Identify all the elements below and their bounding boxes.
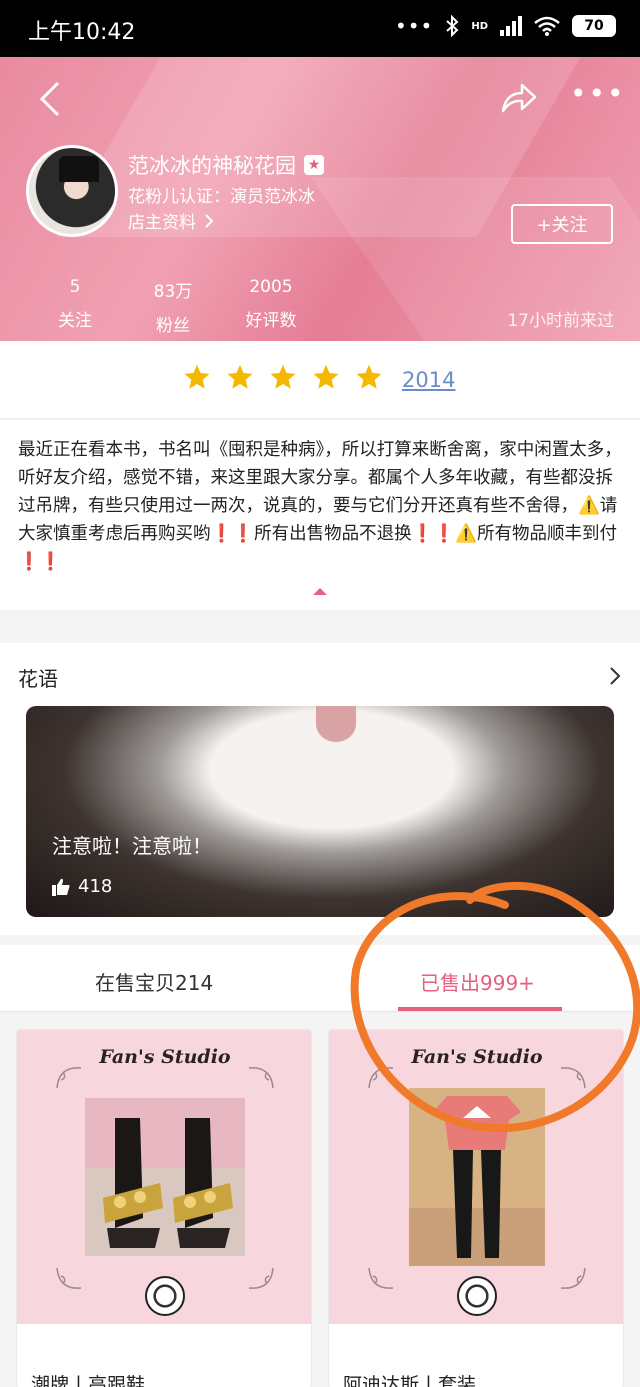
rating-star-icon [227,364,253,389]
share-icon[interactable] [500,81,538,115]
notification-dots-icon: ••• [394,14,434,38]
likes-count: 418 [78,876,113,897]
description-text: 最近正在看本书，书名叫《囤积是种病》，所以打算来断舍离，家中闲置太多，听好友介绍… [18,440,622,572]
owner-info-label: 店主资料 [128,213,196,233]
tab-sold[interactable]: 已售出999+ [420,967,535,996]
owner-info-link[interactable]: 店主资料 [128,208,214,233]
chevron-right-icon[interactable] [608,665,622,687]
rating-star-icon [356,364,382,389]
product-name: 阿迪达斯丨套装 [343,1374,477,1387]
signal-icon [500,16,522,36]
stat-value: 83万 [153,282,193,302]
stat-fans[interactable]: 83万 粉丝 [148,277,198,336]
ornament-icon [56,1067,82,1089]
follow-button[interactable]: +关注 [511,204,613,244]
status-time: 上午10:42 [28,20,136,45]
ornament-icon [560,1267,586,1289]
last-visit-text: 17小时前来过 [507,311,614,331]
shop-description: 最近正在看本书，书名叫《囤积是种病》，所以打算来断舍离，家中闲置太多，听好友介绍… [0,420,640,610]
back-icon[interactable] [36,79,66,119]
network-type-label: HD [471,20,488,32]
product-grid: Fan's Studio 潮牌丨高跟鞋 Fan's Studio 阿迪达斯丨套装 [0,1013,640,1387]
shop-name-text: 范冰冰的神秘花园 [128,154,296,178]
banner-image-detail [316,706,356,742]
ornament-icon [56,1267,82,1289]
rating-bar[interactable]: 2014 [0,341,640,419]
more-options-icon[interactable]: ••• [570,80,624,111]
stat-label: 粉丝 [156,316,190,336]
status-bar: 上午10:42 ••• HD 70 [0,0,640,57]
rating-stars [183,363,383,391]
studio-logo-icon [457,1276,497,1316]
active-tab-indicator [398,1007,562,1011]
studio-logo-icon [145,1276,185,1316]
shop-header: ••• 范冰冰的神秘花园 ★ 花粉儿认证：演员范冰冰 店主资料 +关注 5 关注… [0,57,640,341]
product-name: 潮牌丨高跟鞋 [31,1374,146,1387]
collapse-arrow-icon[interactable] [313,588,327,595]
stat-label: 好评数 [245,311,297,331]
ornament-icon [248,1267,274,1289]
tab-on-sale[interactable]: 在售宝贝214 [95,967,213,996]
rating-star-icon [313,364,339,389]
product-card[interactable]: Fan's Studio 潮牌丨高跟鞋 [16,1029,312,1387]
rating-star-icon [270,364,296,389]
stat-value: 2005 [249,277,293,297]
rating-star-icon [184,364,210,389]
ornament-icon [560,1067,586,1089]
post-likes[interactable]: 418 [52,876,112,897]
product-card[interactable]: Fan's Studio 阿迪达斯丨套装 [328,1029,624,1387]
shop-certification: 花粉儿认证：演员范冰冰 [128,187,315,207]
product-photo-outfit [409,1088,545,1266]
ornament-icon [368,1267,394,1289]
shop-name: 范冰冰的神秘花园 ★ [128,150,324,180]
battery-icon: 70 [572,15,616,37]
post-caption: 注意啦！注意啦！ [52,834,212,858]
ornament-icon [248,1067,274,1089]
huayu-title: 花语 [18,667,58,691]
avatar-headdress [59,156,99,182]
star-badge-icon: ★ [304,155,324,175]
bluetooth-icon [446,15,459,37]
ornament-icon [368,1067,394,1089]
thumbs-up-icon [52,878,70,896]
chevron-right-icon [205,213,214,228]
rating-count-link[interactable]: 2014 [402,368,455,392]
shop-avatar[interactable] [26,145,118,237]
product-tabs: 在售宝贝214 已售出999+ [0,945,640,1012]
huayu-post-banner[interactable]: 注意啦！注意啦！ 418 [26,706,614,917]
wifi-icon [534,16,560,36]
stat-following[interactable]: 5 关注 [52,277,98,331]
stat-good-reviews[interactable]: 2005 好评数 [238,277,304,331]
stat-value: 5 [69,277,81,297]
huayu-section: 花语 注意啦！注意啦！ 418 [0,643,640,935]
status-icons: ••• HD 70 [395,15,616,37]
product-photo-heels [85,1098,245,1256]
stat-label: 关注 [58,311,92,331]
